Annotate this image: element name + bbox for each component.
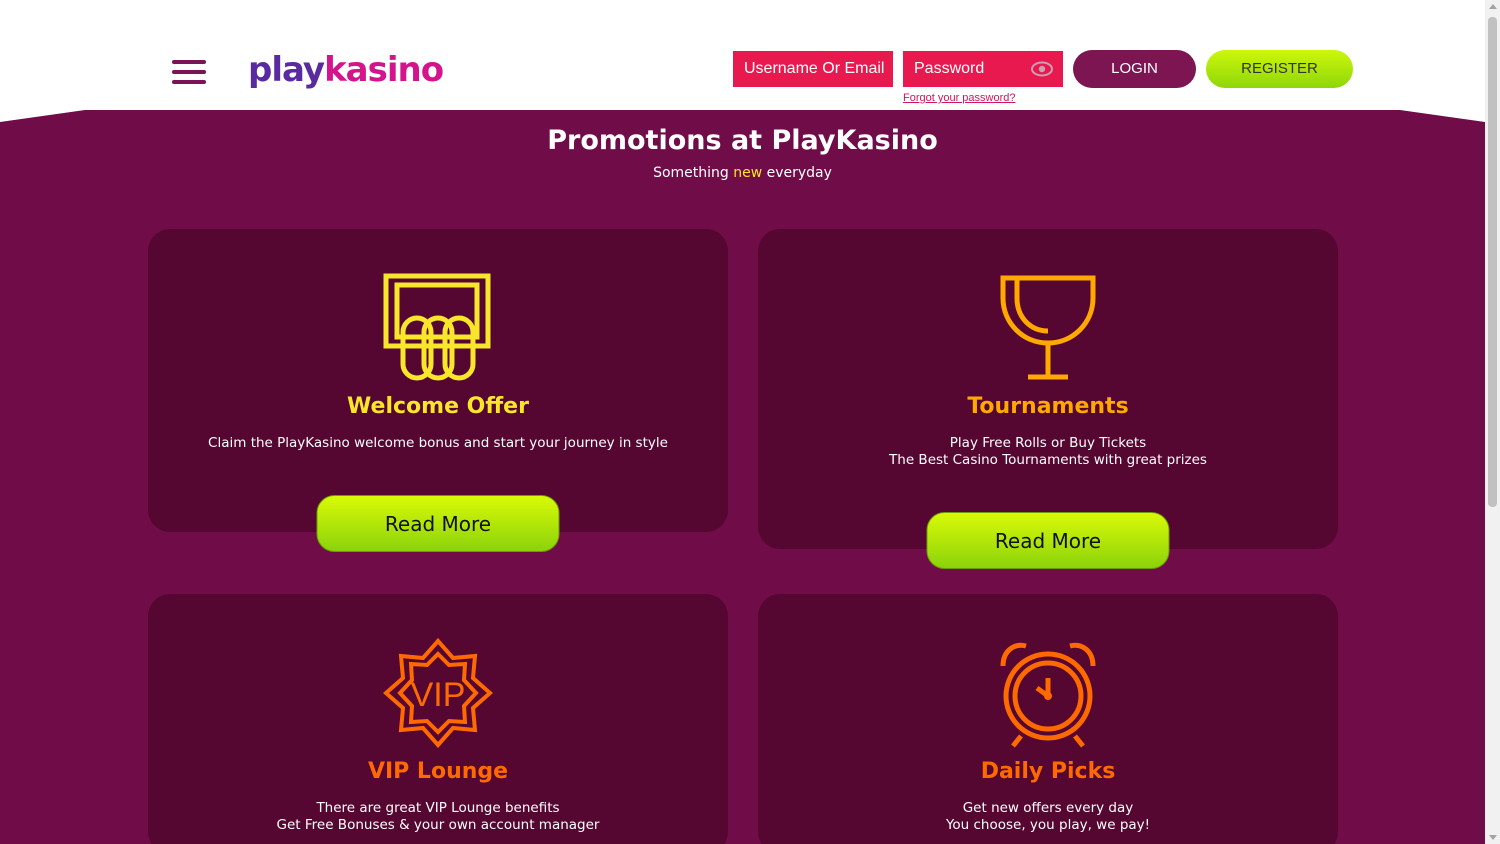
alarm-clock-icon [1000,642,1096,748]
card-title: Tournaments [967,394,1129,419]
menu-icon[interactable] [172,60,206,86]
site-header: playkasino Username Or Email Password Fo… [0,0,1485,112]
vip-badge-icon: VIP [383,638,493,748]
login-button[interactable]: LOGIN [1073,50,1196,88]
forgot-password-link[interactable]: Forgot your password? [903,92,1016,104]
promo-card-daily-picks: Daily Picks Get new offers every day You… [758,594,1338,844]
promo-card-welcome-offer: Welcome Offer Claim the PlayKasino welco… [148,229,728,552]
page-subtitle: Something new everyday [653,165,832,181]
vertical-scrollbar[interactable] [1485,0,1500,844]
read-more-button[interactable]: Read More [316,495,560,552]
register-button[interactable]: REGISTER [1206,50,1353,88]
password-input[interactable]: Password [903,51,1063,87]
read-more-button[interactable]: Read More [926,512,1170,569]
svg-text:VIP: VIP [411,676,466,714]
trophy-icon [1000,275,1096,380]
username-input[interactable]: Username Or Email [733,51,893,87]
password-placeholder: Password [914,60,985,77]
scroll-down-icon[interactable] [1489,835,1497,840]
eye-icon[interactable] [1031,60,1053,78]
card-title: Daily Picks [980,759,1116,784]
card-description: Claim the PlayKasino welcome bonus and s… [208,435,668,451]
card-description: Play Free Rolls or Buy Tickets The Best … [889,435,1207,468]
scroll-up-icon[interactable] [1489,4,1497,9]
card-title: Welcome Offer [347,394,529,419]
scroll-thumb[interactable] [1488,17,1497,507]
promo-card-tournaments: Tournaments Play Free Rolls or Buy Ticke… [758,229,1338,569]
promo-card-vip-lounge: VIP VIP Lounge There are great VIP Loung… [148,594,728,844]
site-logo[interactable]: playkasino [248,50,444,90]
card-title: VIP Lounge [367,759,509,784]
page-title: Promotions at PlayKasino [547,125,938,156]
card-description: Get new offers every day You choose, you… [945,800,1151,833]
card-description: There are great VIP Lounge benefits Get … [276,800,600,833]
coupon-icon [383,273,491,381]
